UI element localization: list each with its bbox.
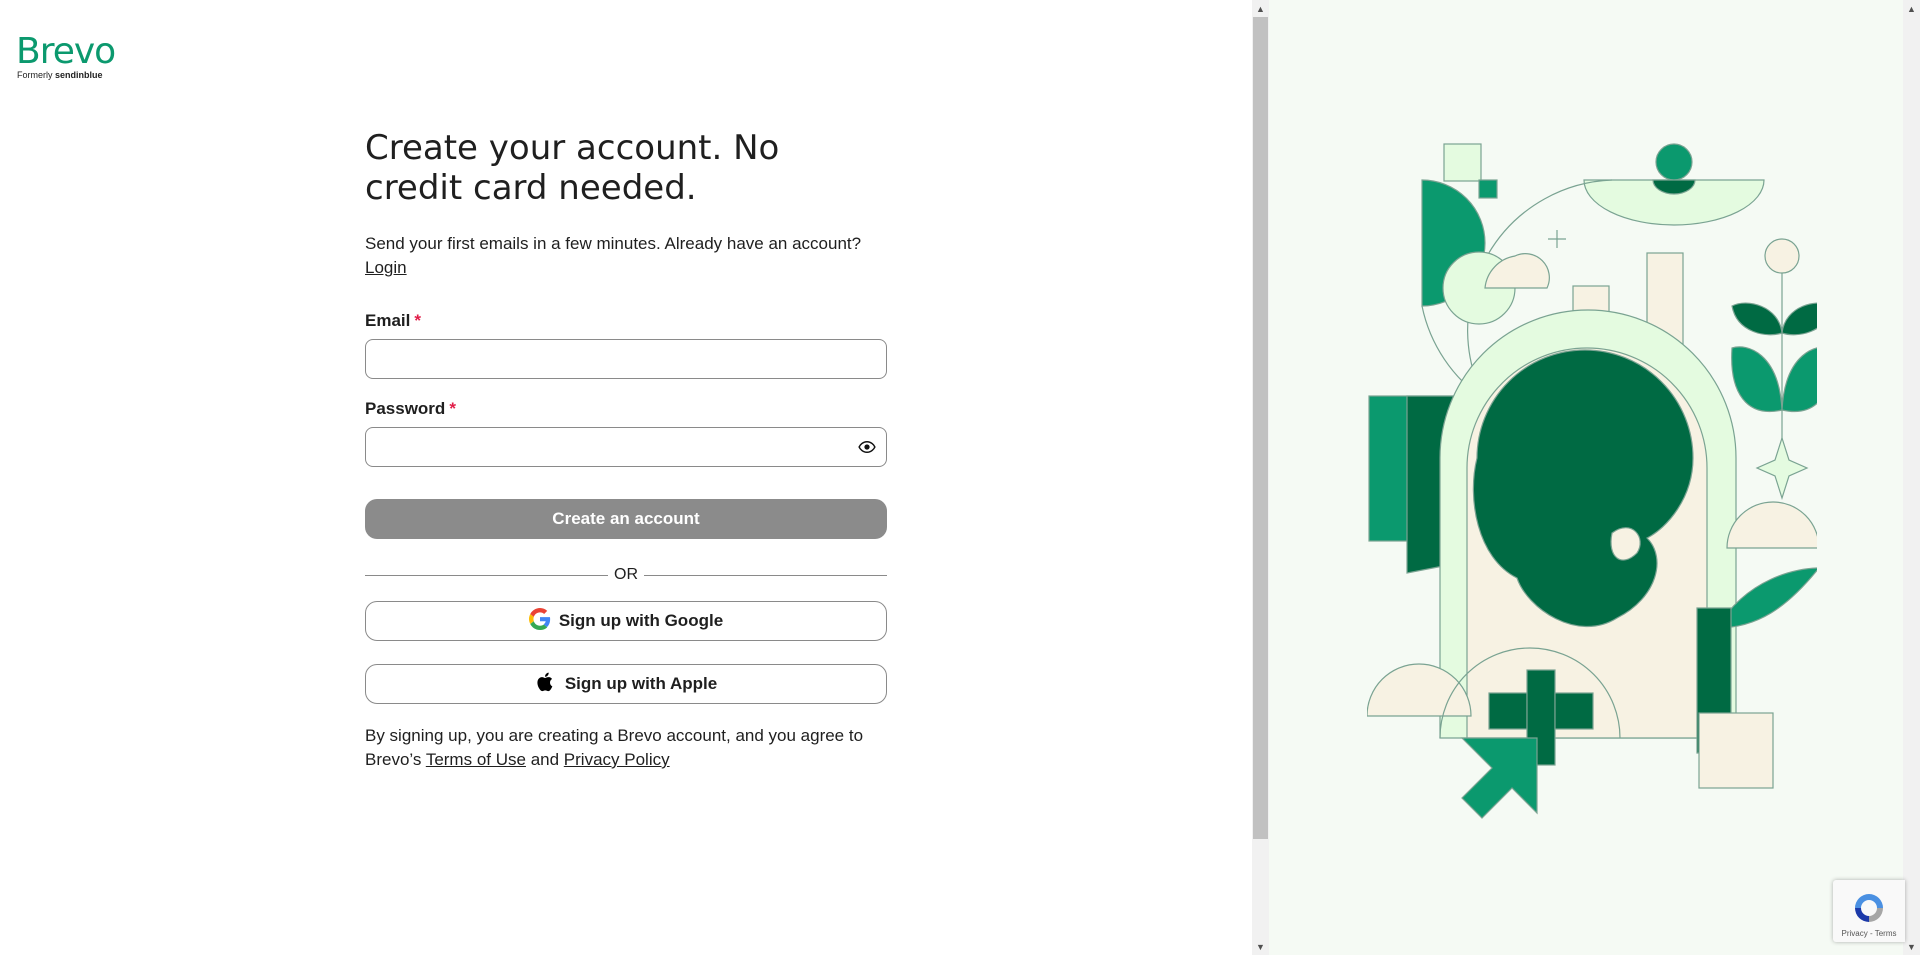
left-scrollbar[interactable]: ▲ ▼ — [1252, 0, 1269, 955]
recaptcha-badge[interactable]: Privacy - Terms — [1833, 880, 1905, 942]
apple-button-label: Sign up with Apple — [564, 674, 718, 693]
terms-link[interactable]: Terms of Use — [426, 750, 526, 769]
google-signup-button[interactable]: Sign up with Google — [365, 601, 887, 641]
formerly-tagline: Formerly sendinblue — [16, 70, 115, 80]
google-button-label: Sign up with Google — [558, 611, 724, 630]
password-label: Password * — [365, 399, 887, 419]
recaptcha-links[interactable]: Privacy - Terms — [1842, 929, 1897, 938]
brevo-logo[interactable]: Brevo Formerly sendinblue — [16, 31, 116, 81]
email-field[interactable] — [365, 339, 887, 379]
formerly-name: sendinblue — [55, 70, 103, 80]
scroll-down-arrow-icon[interactable]: ▼ — [1903, 938, 1920, 955]
brand-illustration — [1367, 143, 1817, 819]
or-divider: OR — [365, 565, 887, 585]
scroll-up-arrow-icon[interactable]: ▲ — [1903, 0, 1920, 17]
divider-line — [365, 574, 608, 576]
or-text: OR — [614, 566, 638, 583]
subtitle: Send your first emails in a few minutes.… — [365, 232, 887, 280]
illustration-panel — [1269, 0, 1903, 955]
email-input[interactable] — [366, 340, 886, 378]
signup-panel: Brevo Formerly sendinblue Create your ac… — [0, 0, 1252, 955]
required-mark: * — [449, 399, 456, 418]
divider-line — [644, 574, 887, 576]
google-icon — [528, 607, 551, 635]
apple-signup-button[interactable]: Sign up with Apple — [365, 664, 887, 704]
page-title: Create your account. No credit card need… — [365, 128, 780, 208]
logo-text: Brevo — [16, 31, 116, 72]
required-mark: * — [414, 311, 421, 330]
eye-icon[interactable] — [858, 438, 876, 456]
scroll-up-arrow-icon[interactable]: ▲ — [1252, 0, 1269, 17]
login-link[interactable]: Login — [365, 256, 887, 280]
scroll-down-arrow-icon[interactable]: ▼ — [1252, 938, 1269, 955]
legal-text: By signing up, you are creating a Brevo … — [365, 724, 887, 772]
password-input[interactable] — [366, 428, 886, 466]
create-account-button[interactable]: Create an account — [365, 499, 887, 539]
formerly-prefix: Formerly — [17, 70, 53, 80]
privacy-link[interactable]: Privacy Policy — [564, 750, 670, 769]
recaptcha-icon — [1855, 894, 1883, 922]
apple-icon — [535, 671, 557, 698]
legal-and: and — [530, 750, 560, 769]
password-label-text: Password — [365, 399, 446, 418]
email-label: Email * — [365, 311, 887, 331]
page-scrollbar[interactable]: ▲ ▼ — [1903, 0, 1920, 955]
subtitle-text: Send your first emails in a few minutes.… — [365, 234, 862, 253]
password-field[interactable] — [365, 427, 887, 467]
signup-form: Create your account. No credit card need… — [365, 128, 887, 772]
email-label-text: Email — [365, 311, 411, 330]
scroll-thumb[interactable] — [1253, 17, 1268, 839]
